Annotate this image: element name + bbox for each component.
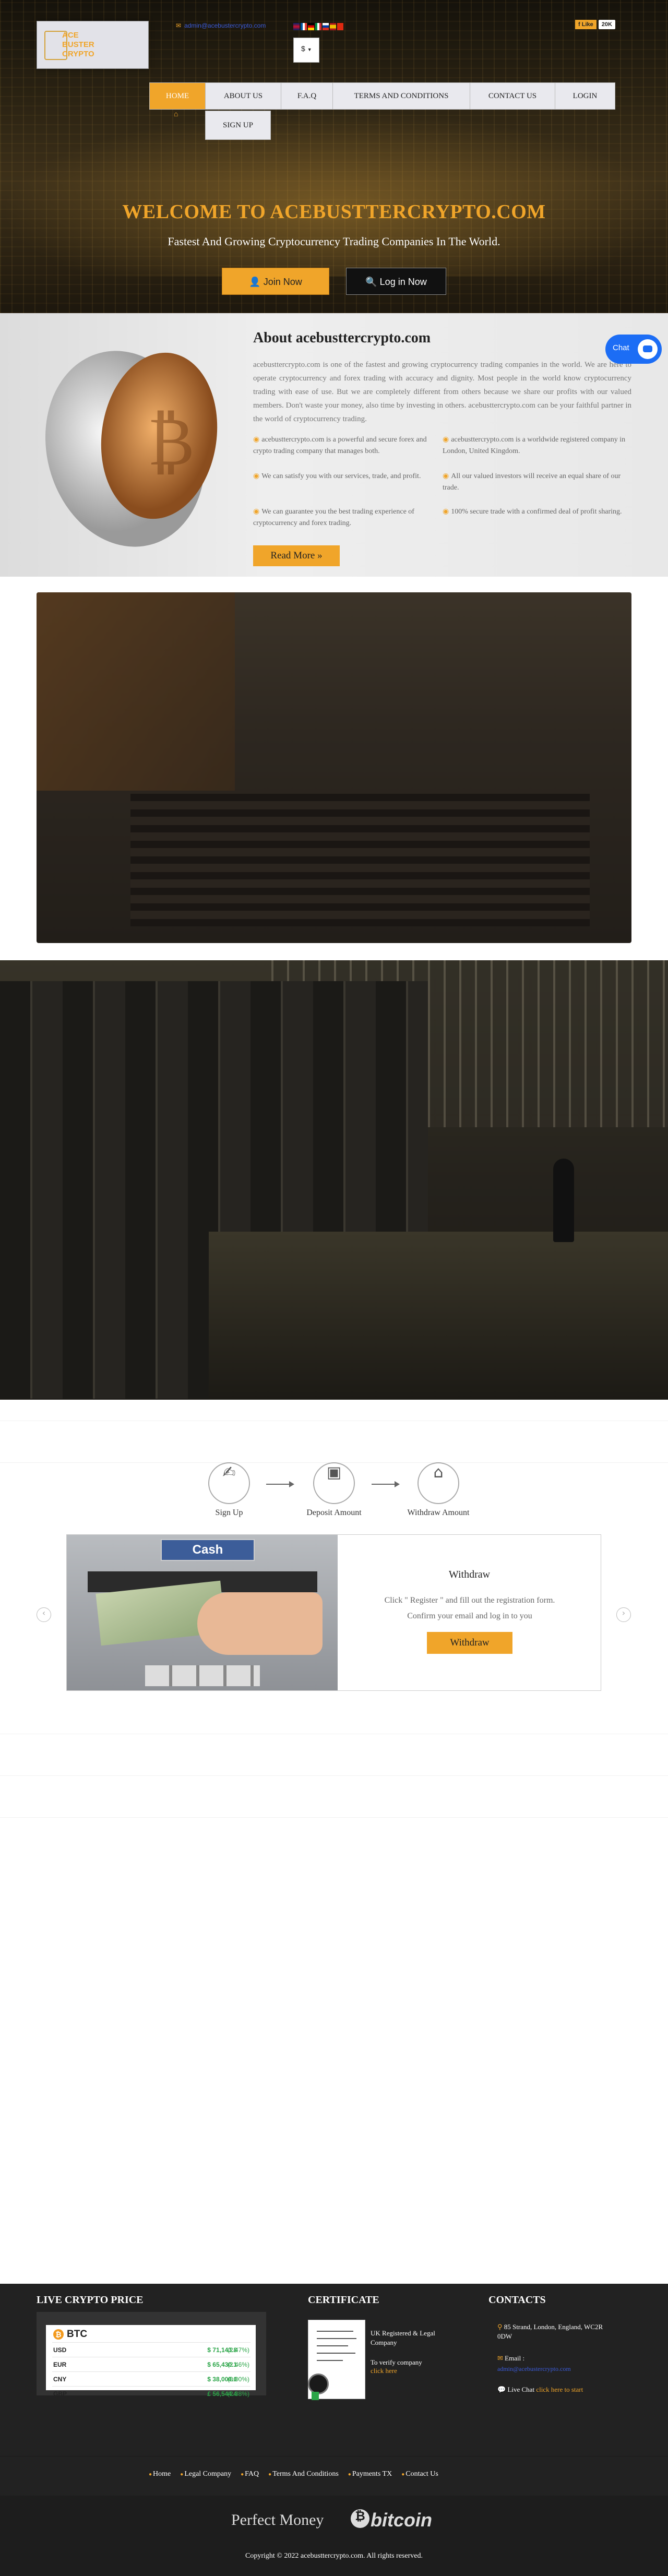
svg-text:₿: ₿ <box>148 401 195 481</box>
feature-item: ◉ We can guarantee you the best trading e… <box>253 508 414 527</box>
price-row: GBP £ 56,544.4 (2.38%) <box>52 2386 250 2401</box>
flag-ru-icon[interactable] <box>323 23 329 30</box>
atm-cash-image: Cash <box>67 1535 338 1690</box>
bullet-icon: ◉ <box>253 508 260 516</box>
chat-icon: 💬 <box>497 2386 508 2393</box>
key-icon: 🔍 <box>365 277 380 287</box>
join-now-button[interactable]: 👤 Join Now <box>222 268 329 295</box>
carousel-next-button[interactable]: › <box>616 1607 631 1622</box>
deposit-step-icon: ▣ <box>313 1462 355 1504</box>
facebook-like[interactable]: f Like 20K <box>575 20 615 29</box>
fb-like-button[interactable]: f Like <box>575 20 597 29</box>
footer-email[interactable]: admin@acebustercrypto.com <box>497 2364 571 2374</box>
flag-es-icon[interactable] <box>330 23 336 30</box>
footer-link-faq[interactable]: ● FAQ <box>241 2470 259 2478</box>
envelope-icon: ✉ <box>176 22 182 29</box>
login-now-button[interactable]: 🔍 Log in Now <box>346 268 446 295</box>
footer-link-contact[interactable]: ● Contact Us <box>401 2470 438 2478</box>
payment-bar <box>0 2496 668 2576</box>
bullet-icon: ◉ <box>253 472 260 480</box>
contacts-title: CONTACTS <box>488 2294 546 2306</box>
certificate-title: CERTIFICATE <box>308 2294 379 2306</box>
feature-item: ◉ All our valued investors will receive a… <box>443 472 621 492</box>
arrow-right-icon <box>372 1481 400 1487</box>
chat-bubble-icon <box>638 339 658 359</box>
nav-signup[interactable]: SIGN UP <box>205 111 271 140</box>
footer-link-terms[interactable]: ● Terms And Conditions <box>268 2470 339 2478</box>
footer-link-payments[interactable]: ● Payments TX <box>348 2470 392 2478</box>
feature-item: ◉ acebusttercrypto.com is a powerful and … <box>253 436 427 455</box>
facebook-icon: f <box>578 21 582 28</box>
live-chat: 💬 Live Chat click here to start <box>497 2386 583 2393</box>
seal-icon <box>308 2374 329 2400</box>
nav-login[interactable]: LOGIN <box>555 82 615 110</box>
step-label: Sign Up <box>215 1508 243 1517</box>
nav-home[interactable]: HOME <box>149 82 206 110</box>
home-icon: ⌂ <box>174 111 178 118</box>
chevron-right-icon: » <box>317 550 323 561</box>
about-paragraph: acebusttercrypto.com is one of the faste… <box>253 361 631 423</box>
price-row: EUR $ 65,430.1 (2.46%) <box>52 2357 250 2371</box>
bullet-icon: ◉ <box>443 508 449 516</box>
perfect-money-logo: Perfect Money <box>231 2511 324 2529</box>
data-center-image <box>0 960 668 1400</box>
step-label: Withdraw Amount <box>407 1508 470 1517</box>
withdraw-button[interactable]: Withdraw <box>427 1632 512 1654</box>
flag-de-icon[interactable] <box>308 23 314 30</box>
caret-down-icon: ▼ <box>307 47 312 52</box>
step-label: Deposit Amount <box>306 1508 362 1517</box>
footer-link-legal[interactable]: ● Legal Company <box>180 2470 231 2478</box>
fb-like-count: 20K <box>598 20 615 29</box>
bitcoin-logo: ₿ bitcoin <box>351 2509 432 2531</box>
currency-select[interactable]: $ ▼ <box>293 38 319 63</box>
nav-faq[interactable]: F.A.Q <box>281 82 333 110</box>
withdraw-title: Withdraw <box>448 1569 491 1580</box>
conference-hall-image <box>37 592 631 943</box>
verify-link[interactable]: click here <box>371 2366 397 2376</box>
flag-uk-icon[interactable] <box>293 23 300 30</box>
price-row: CNY $ 38,000.0 (0.00%) <box>52 2371 250 2386</box>
certificate-text: UK Registered & Legal Company <box>371 2329 435 2346</box>
carousel-prev-button[interactable]: ‹ <box>37 1607 51 1622</box>
footer-link-home[interactable]: ● Home <box>149 2470 171 2478</box>
envelope-icon: ✉ <box>497 2354 505 2362</box>
flag-fr-icon[interactable] <box>301 23 307 30</box>
address: ⚲ 85 Strand, London, England, WC2R 0DW <box>497 2323 603 2340</box>
arrow-right-icon <box>266 1481 294 1487</box>
header-email[interactable]: ✉ admin@acebustercrypto.com <box>176 22 266 29</box>
bitcoin-icon: ₿ <box>351 2509 369 2528</box>
flag-it-icon[interactable] <box>315 23 321 30</box>
about-title: About acebusttercrypto.com <box>253 330 431 346</box>
hero-subtitle: Fastest And Growing Cryptocurrency Tradi… <box>168 235 500 248</box>
withdraw-step-icon: ⌂ <box>418 1462 459 1504</box>
feature-item: ◉ 100% secure trade with a confirmed deal… <box>443 508 622 516</box>
feature-item: ◉ acebusttercrypto.com is a worldwide reg… <box>443 436 626 455</box>
nav-about[interactable]: ABOUT US <box>205 82 281 110</box>
nav-contact[interactable]: CONTACT US <box>470 82 555 110</box>
bullet-icon: ◉ <box>443 436 449 444</box>
bitcoin-coin-image: ₿ <box>45 351 218 547</box>
flag-cn-icon[interactable] <box>337 23 343 30</box>
nav-terms[interactable]: TERMS AND CONDITIONS <box>332 82 470 110</box>
footer-nav: ● Home ● Legal Company ● FAQ ● Terms And Con… <box>149 2470 438 2478</box>
chat-widget[interactable]: Chat <box>605 335 662 364</box>
price-row: USD $ 71,143.8 (2.47%) <box>52 2342 250 2357</box>
live-chat-link[interactable]: click here to start <box>536 2386 583 2393</box>
copyright: Copyright © 2022 acebusttercrypto.com. A… <box>245 2552 423 2560</box>
read-more-button[interactable]: Read More » <box>253 545 340 566</box>
map-marker-icon: ⚲ <box>497 2323 504 2331</box>
language-flags <box>293 23 343 30</box>
feature-item: ◉ We can satisfy you with our services, t… <box>253 472 421 480</box>
signup-step-icon: ✍ <box>208 1462 250 1504</box>
site-logo[interactable]: ACE BUSTER CRYPTO <box>37 21 149 69</box>
hero-title: WELCOME TO ACEBUSTTERCRYPTO.COM <box>122 201 546 223</box>
bullet-icon: ◉ <box>443 472 449 480</box>
bullet-icon: ◉ <box>253 436 260 444</box>
withdraw-text: Click " Register " and fill out the regi… <box>384 1596 555 1620</box>
btc-title: ₿ BTC <box>53 2329 87 2340</box>
live-price-title: LIVE CRYPTO PRICE <box>37 2294 144 2306</box>
user-plus-icon: 👤 <box>249 277 264 287</box>
email-label: ✉ Email : <box>497 2354 525 2362</box>
bitcoin-icon: ₿ <box>53 2329 64 2340</box>
